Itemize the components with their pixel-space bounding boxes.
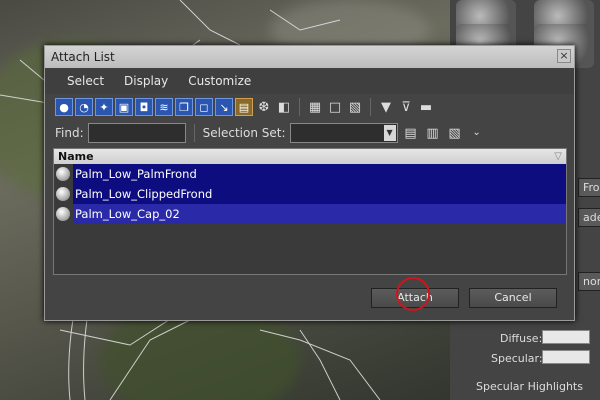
- chevron-down-icon: ▼: [383, 125, 396, 141]
- phong-dropdown[interactable]: nong: [578, 272, 600, 291]
- annotation-circle: [396, 277, 430, 311]
- invert-display-icon[interactable]: ▧: [346, 98, 364, 116]
- diffuse-label: Diffuse:: [500, 332, 543, 345]
- attach-list-dialog: Attach List × Select Display Customize ●…: [44, 45, 575, 321]
- list-item[interactable]: Palm_Low_Cap_02: [54, 204, 566, 224]
- select-all-icon[interactable]: ▤: [402, 124, 420, 142]
- geometry-icon[interactable]: ●: [55, 98, 73, 116]
- object-list: Name ▽ Palm_Low_PalmFrond Palm_Low_Clipp…: [53, 148, 567, 275]
- sort-icon: ▽: [554, 151, 562, 162]
- display-none-icon[interactable]: □: [326, 98, 344, 116]
- filter-toolbar: ● ◔ ✦ ▣ ◘ ≋ ❐ ◻ ↘ ▤ ❆ ◧ ▦ □ ▧ ▼ ⊽ ▬: [45, 94, 574, 120]
- menu-display[interactable]: Display: [116, 72, 176, 90]
- shapes-icon[interactable]: ◔: [75, 98, 93, 116]
- select-invert-icon[interactable]: ▧: [446, 124, 464, 142]
- specular-label: Specular:: [491, 352, 543, 365]
- toolbar-separator: [193, 124, 195, 142]
- collapse-icon[interactable]: ▬: [417, 98, 435, 116]
- list-item-label: Palm_Low_Cap_02: [73, 204, 566, 224]
- find-input[interactable]: [87, 123, 186, 143]
- lights-icon[interactable]: ✦: [95, 98, 113, 116]
- groups-icon[interactable]: ❐: [175, 98, 193, 116]
- diffuse-swatch[interactable]: [542, 330, 590, 344]
- filter-icon[interactable]: ▼: [377, 98, 395, 116]
- display-all-icon[interactable]: ▦: [306, 98, 324, 116]
- geometry-icon: [56, 187, 70, 201]
- toolbar-separator: [299, 98, 300, 116]
- containers-icon[interactable]: ▤: [235, 98, 253, 116]
- dialog-footer: Attach Cancel: [53, 281, 567, 314]
- xrefs-icon[interactable]: ◻: [195, 98, 213, 116]
- cancel-button[interactable]: Cancel: [469, 287, 557, 308]
- shader-label: ader: [578, 208, 600, 227]
- selection-set-label: Selection Set:: [202, 126, 286, 140]
- dialog-titlebar[interactable]: Attach List ×: [45, 46, 574, 68]
- frozen-icon[interactable]: ❆: [255, 98, 273, 116]
- dialog-title: Attach List: [51, 50, 115, 64]
- specular-swatch[interactable]: [542, 350, 590, 364]
- close-icon: ×: [559, 49, 569, 62]
- list-item-label: Palm_Low_ClippedFrond: [73, 184, 566, 204]
- more-options-icon[interactable]: ⌄: [468, 124, 486, 142]
- list-item-label: Palm_Low_PalmFrond: [73, 164, 566, 184]
- list-item[interactable]: Palm_Low_PalmFrond: [54, 164, 566, 184]
- close-button[interactable]: ×: [557, 49, 571, 63]
- frond-button[interactable]: Frond: [578, 178, 600, 197]
- bones-icon[interactable]: ↘: [215, 98, 233, 116]
- hidden-icon[interactable]: ◧: [275, 98, 293, 116]
- menu-customize[interactable]: Customize: [180, 72, 259, 90]
- selection-set-dropdown[interactable]: ▼: [289, 123, 398, 143]
- toolbar-separator: [370, 98, 371, 116]
- geometry-icon: [56, 167, 70, 181]
- menu-select[interactable]: Select: [59, 72, 112, 90]
- spacewarps-icon[interactable]: ≋: [155, 98, 173, 116]
- filter-settings-icon[interactable]: ⊽: [397, 98, 415, 116]
- menu-bar: Select Display Customize: [45, 68, 574, 94]
- column-header-name[interactable]: Name ▽: [54, 149, 566, 164]
- cameras-icon[interactable]: ▣: [115, 98, 133, 116]
- geometry-icon: [56, 207, 70, 221]
- helpers-icon[interactable]: ◘: [135, 98, 153, 116]
- list-item[interactable]: Palm_Low_ClippedFrond: [54, 184, 566, 204]
- select-none-icon[interactable]: ▥: [424, 124, 442, 142]
- find-row: Find: Selection Set: ▼ ▤ ▥ ▧ ⌄: [45, 120, 574, 146]
- specular-highlights-label: Specular Highlights: [476, 380, 583, 393]
- find-label: Find:: [55, 126, 84, 140]
